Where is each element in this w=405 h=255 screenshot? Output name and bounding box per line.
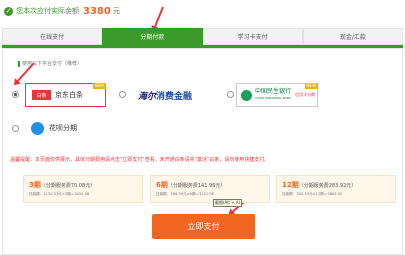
- new-badge: NEW: [304, 83, 318, 89]
- radio-minsheng[interactable]: [227, 91, 234, 98]
- option-haier-consumer-finance[interactable]: 海尔消费金融: [131, 83, 215, 107]
- option-jd-baitiao[interactable]: 白条 京东白条 NEW: [25, 83, 106, 107]
- period-detail: 还款额：586.99元×6期＝3521.96: [156, 192, 214, 196]
- tab-study-card[interactable]: 学习卡支付: [202, 28, 303, 45]
- option-minsheng-bank[interactable]: 中国民生银行 CHINA MINSHENG BANK 信用卡分期 NEW: [236, 83, 318, 107]
- minsheng-logo-icon: [241, 89, 252, 101]
- payment-tabs: 在线支付 分期付款 学习卡支付 现金/汇款: [2, 28, 403, 48]
- warning-text: 温馨提醒：本页面仅供展示，具体分期费用请点击"立即支付"查看。未开通白条请先"激…: [10, 157, 270, 163]
- option-huabei[interactable]: 花呗分期: [25, 116, 106, 140]
- period-option-6[interactable]: 6期（分期服务费141.96元） 还款额：586.99元×6期＝3521.96: [150, 175, 270, 203]
- tab-online-payment[interactable]: 在线支付: [2, 28, 103, 45]
- radio-jd[interactable]: [12, 91, 19, 98]
- period-detail: 还款额：1150.33元×3期＝3450.98: [29, 192, 90, 196]
- radio-haier[interactable]: [119, 91, 126, 98]
- amount-unit: 元: [112, 7, 120, 15]
- amount-line: ✓ 您本次应付实际金额 3380 元: [4, 4, 120, 18]
- minsheng-name: 中国民生银行: [255, 88, 292, 95]
- minsheng-sub: CHINA MINSHENG BANK: [255, 96, 292, 100]
- period-count: 3期: [29, 181, 41, 189]
- tab-installment[interactable]: 分期付款: [102, 28, 203, 45]
- huabei-name: 花呗分期: [49, 124, 77, 132]
- screenshot-tooltip: 截图(Alt + A): [213, 199, 243, 207]
- radio-huabei[interactable]: [12, 125, 19, 132]
- huabei-logo-icon: [31, 121, 44, 135]
- period-fee: （分期服务费70.08元）: [40, 183, 96, 189]
- jd-name: 京东白条: [55, 91, 83, 99]
- pay-now-button[interactable]: 立即支付: [152, 214, 255, 239]
- tab-cash-remittance[interactable]: 现金/汇款: [302, 28, 403, 45]
- period-detail: 还款额：305.33元×12期＝3663.92: [282, 192, 343, 196]
- amount-prefix: 您本次应付实际金额: [16, 7, 79, 15]
- annotation-arrow-tab: [152, 6, 164, 31]
- platform-hint: 使用以下平台支付（推荐）: [18, 60, 82, 67]
- period-count: 12期: [282, 181, 299, 189]
- amount-value: 3380: [83, 5, 111, 17]
- check-circle-icon: ✓: [4, 6, 13, 16]
- minsheng-tag: 信用卡分期: [295, 92, 316, 97]
- period-option-12[interactable]: 12期（分期服务费283.92元） 还款额：305.33元×12期＝3663.9…: [276, 175, 396, 203]
- haier-logo: 海尔消费金融: [138, 91, 193, 102]
- new-badge: NEW: [92, 83, 106, 89]
- period-count: 6期: [156, 181, 168, 189]
- period-option-3[interactable]: 3期（分期服务费70.08元） 还款额：1150.33元×3期＝3450.98: [23, 175, 143, 203]
- jd-logo: 白条: [32, 90, 51, 100]
- period-fee: （分期服务费283.92元）: [298, 183, 357, 189]
- period-fee: （分期服务费141.96元）: [167, 183, 226, 189]
